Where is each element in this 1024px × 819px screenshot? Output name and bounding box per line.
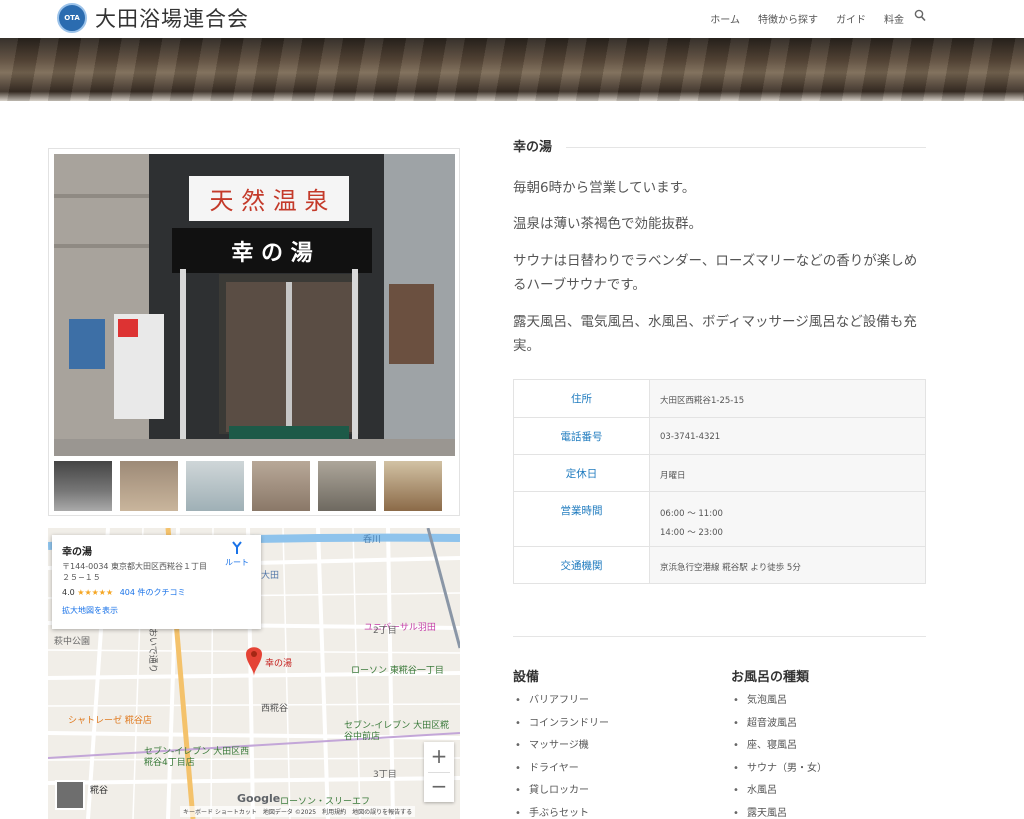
list-item: バリアフリー: [513, 693, 609, 716]
enlarge-map-link[interactable]: 拡大地図を表示: [62, 605, 251, 616]
map-card-address: 〒144-0034 東京都大田区西糀谷１丁目２５−１５: [62, 562, 208, 582]
site-header: OTA 大田浴場連合会 ホーム 特徴から探す ガイド 料金: [0, 0, 1024, 38]
reviews-link[interactable]: 404 件のクチコミ: [120, 588, 186, 597]
map-label: 西糀谷: [261, 704, 289, 714]
list-item: 気泡風呂: [731, 693, 827, 716]
nav-home[interactable]: ホーム: [710, 11, 740, 26]
directions-icon: [232, 541, 242, 554]
place-title: 幸の湯: [513, 140, 553, 155]
thumbnail[interactable]: [186, 461, 244, 511]
list-item: コインランドリー: [513, 716, 609, 739]
title-divider: [566, 147, 926, 148]
site-title: 大田浴場連合会: [95, 7, 249, 31]
map-label: セブン-イレブン 大田区糀谷中前店: [344, 721, 450, 742]
street-view-icon[interactable]: [55, 780, 85, 810]
hours-value: 06:00 〜 11:00 14:00 〜 23:00: [649, 491, 926, 547]
sign-name: 幸 の 湯: [231, 240, 312, 266]
list-item: 露天風呂: [731, 806, 827, 819]
star-icon: ★★★★★: [77, 587, 114, 597]
nav-guide[interactable]: ガイド: [836, 11, 866, 26]
list-item: 貸しロッカー: [513, 783, 609, 806]
description-line: 温泉は薄い茶褐色で効能抜群。: [513, 216, 702, 232]
map-card-rating: 4.0 ★★★★★ 404 件のクチコミ: [62, 587, 251, 598]
thumbnail[interactable]: [384, 461, 442, 511]
thumbnail-strip: [54, 461, 455, 513]
site-logo[interactable]: OTA 大田浴場連合会: [57, 3, 249, 33]
search-icon[interactable]: [914, 9, 926, 23]
thumbnail[interactable]: [120, 461, 178, 511]
map-label: 呑川: [363, 535, 382, 545]
nav-features[interactable]: 特徴から探す: [758, 11, 818, 26]
bath-types-list: 気泡風呂 超音波風呂 座、寝風呂 サウナ（男・女） 水風呂 露天風呂: [731, 693, 827, 819]
list-item: 超音波風呂: [731, 716, 827, 739]
map-label: シャトレーゼ 糀谷店: [68, 716, 152, 726]
transit-label: 交通機関: [513, 546, 650, 584]
closed-label: 定休日: [513, 454, 650, 492]
hours-evening: 14:00 〜 23:00: [660, 528, 723, 538]
hours-label: 営業時間: [513, 491, 650, 547]
zoom-in-button[interactable]: +: [424, 742, 454, 772]
main-nav: ホーム 特徴から探す ガイド 料金: [710, 11, 904, 26]
map-zoom-control: + −: [424, 742, 454, 802]
map-label: 糀谷: [90, 786, 109, 796]
info-table: 住所 大田区西糀谷1-25-15 電話番号 03-3741-4321 定休日 月…: [513, 379, 926, 584]
facilities-list: バリアフリー コインランドリー マッサージ機 ドライヤー 貸しロッカー 手ぶらセ…: [513, 693, 609, 819]
phone-value: 03-3741-4321: [649, 417, 926, 455]
hero-banner: [0, 38, 1024, 101]
transit-value: 京浜急行空港線 糀谷駅 より徒歩 5分: [649, 546, 926, 584]
closed-value: 月曜日: [649, 454, 926, 492]
map-label: セブン-イレブン 大田区西糀谷4丁目店: [144, 747, 250, 768]
thumbnail[interactable]: [318, 461, 376, 511]
phone-label: 電話番号: [513, 417, 650, 455]
map-label: おいで通り: [147, 628, 157, 673]
route-button[interactable]: ルート: [219, 541, 255, 568]
map-label: 3丁目: [373, 770, 397, 780]
map-label: 2丁目: [373, 626, 397, 636]
list-item: マッサージ機: [513, 738, 609, 761]
rating-value: 4.0: [62, 587, 75, 597]
bath-types-title: お風呂の種類: [731, 670, 810, 685]
sign-top: 天 然 温 泉: [210, 187, 329, 215]
zoom-out-button[interactable]: −: [424, 772, 454, 802]
map-label: 萩中公園: [54, 637, 91, 647]
google-logo: Google: [237, 792, 281, 805]
map-label: 大田: [261, 571, 280, 581]
photo-gallery: 天 然 温 泉 幸 の 湯: [48, 148, 460, 516]
thumbnail[interactable]: [54, 461, 112, 511]
list-item: ドライヤー: [513, 761, 609, 784]
facilities-title: 設備: [513, 670, 540, 685]
description-line: 毎朝6時から営業しています。: [513, 180, 696, 196]
address-value: 大田区西糀谷1-25-15: [649, 379, 926, 418]
hours-morning: 06:00 〜 11:00: [660, 509, 723, 519]
list-item: 水風呂: [731, 783, 827, 806]
list-item: 座、寝風呂: [731, 738, 827, 761]
list-item: 手ぶらセット: [513, 806, 609, 819]
map-label: ローソン 東糀谷一丁目: [351, 666, 444, 676]
thumbnail[interactable]: [252, 461, 310, 511]
section-divider: [513, 636, 926, 637]
nav-price[interactable]: 料金: [884, 11, 904, 26]
list-item: サウナ（男・女）: [731, 761, 827, 784]
route-label: ルート: [225, 558, 249, 567]
description-line: サウナは日替わりでラベンダー、ローズマリーなどの香りが楽しめるハーブサウナです。: [513, 253, 918, 293]
address-label: 住所: [513, 379, 650, 418]
map-pin-label: 幸の湯: [265, 659, 293, 669]
description-line: 露天風呂、電気風呂、水風呂、ボディマッサージ風呂など設備も充実。: [513, 314, 917, 354]
logo-icon: OTA: [57, 3, 87, 33]
main-photo[interactable]: 天 然 温 泉 幸 の 湯: [54, 154, 455, 456]
map-footer: キーボード ショートカット 地図データ ©2025 利用規約 地図の誤りを報告す…: [180, 806, 416, 817]
